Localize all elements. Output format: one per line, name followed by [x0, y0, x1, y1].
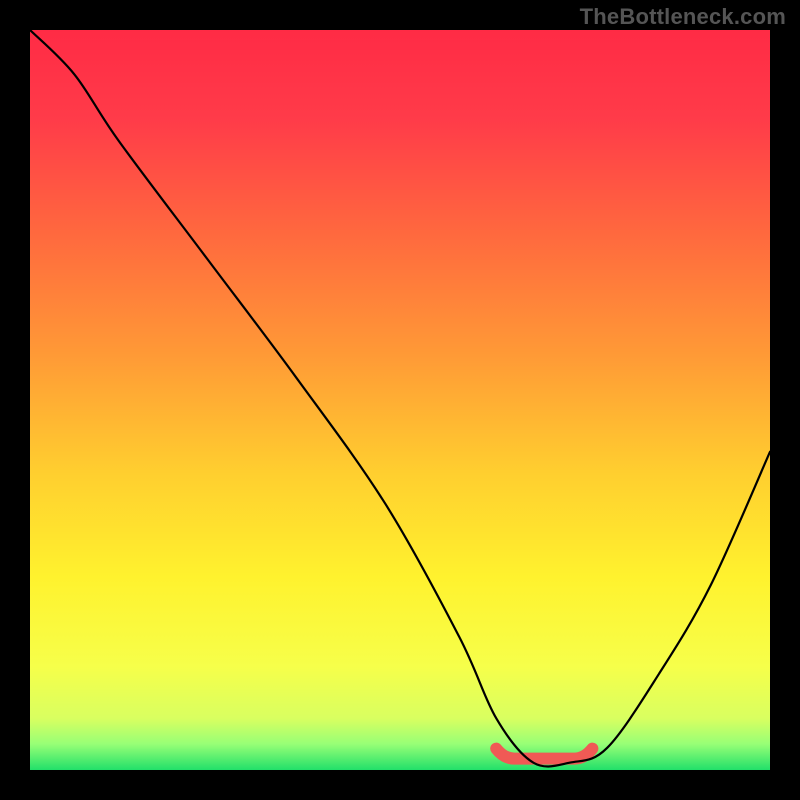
chart-frame: TheBottleneck.com — [0, 0, 800, 800]
chart-background — [30, 30, 770, 770]
bottleneck-chart — [30, 30, 770, 770]
watermark-text: TheBottleneck.com — [580, 4, 786, 30]
